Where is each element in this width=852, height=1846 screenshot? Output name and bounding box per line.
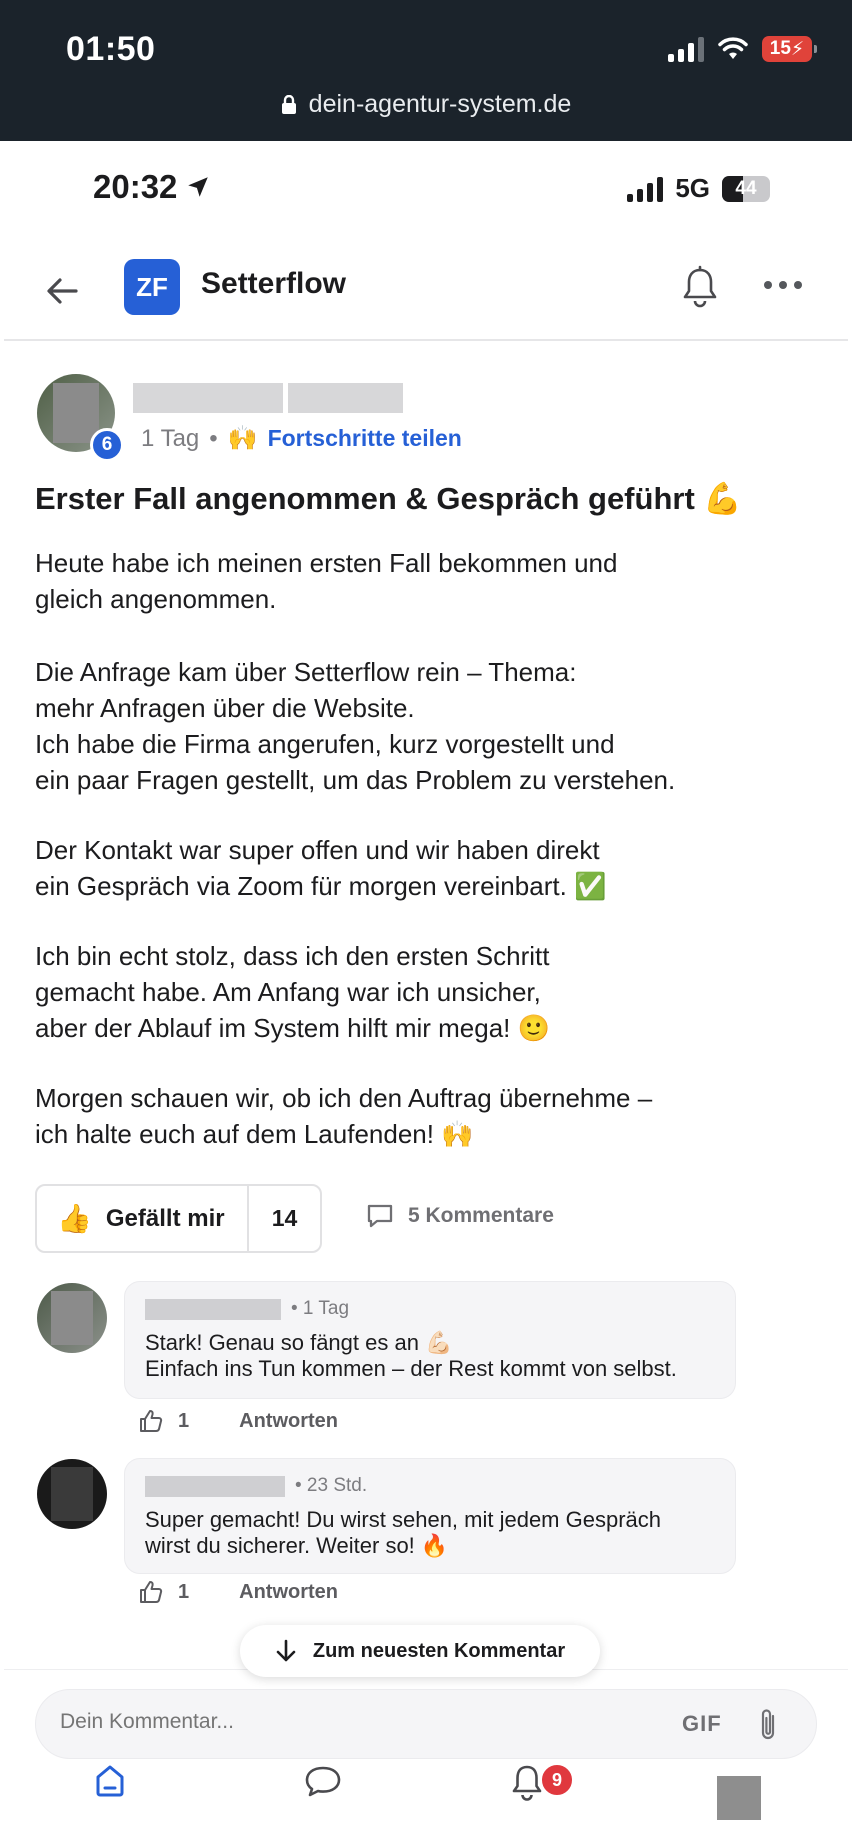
lock-icon	[281, 94, 296, 114]
comment-input[interactable]	[60, 1710, 620, 1734]
paperclip-icon[interactable]	[756, 1706, 780, 1744]
comment-bubble-icon	[367, 1204, 393, 1228]
inner-signal-icon	[627, 176, 664, 202]
post-paragraph: Heute habe ich meinen ersten Fall bekomm…	[35, 548, 618, 614]
network-label: 5G	[675, 173, 710, 203]
notification-count-badge: 9	[540, 1763, 574, 1797]
comment-like-count: 1	[178, 1580, 190, 1603]
post-paragraph: Der Kontakt war super offen und wir habe…	[35, 835, 607, 901]
inner-time-text: 20:32	[93, 168, 178, 205]
comment-composer[interactable]: GIF	[35, 1689, 817, 1759]
community-title[interactable]: Setterflow	[201, 267, 346, 301]
jump-label: Zum neuesten Kommentar	[312, 1639, 566, 1662]
comment-time: • 1 Tag	[291, 1298, 350, 1319]
battery-icon: 15 ⚡	[762, 36, 817, 62]
like-button[interactable]: 👍 Gefällt mir	[37, 1186, 249, 1251]
post-title: Erster Fall angenommen & Gespräch geführ…	[35, 481, 742, 516]
post-age: 1 Tag	[141, 424, 200, 452]
commenter-name-redacted[interactable]	[145, 1475, 285, 1497]
author-name-redacted-2[interactable]	[288, 383, 403, 413]
inner-status-bar: 20:32 5G 44	[4, 141, 848, 231]
back-arrow-icon[interactable]	[42, 271, 82, 311]
wifi-icon	[718, 37, 748, 59]
thumbs-up-outline-icon[interactable]	[138, 1408, 164, 1434]
signal-icon	[668, 36, 704, 62]
post-body: Heute habe ich meinen ersten Fall bekomm…	[35, 545, 825, 1189]
inner-time: 20:32	[93, 168, 211, 206]
comment-text: Super gemacht! Du wirst sehen, mit jedem…	[145, 1507, 662, 1558]
comment-like-count: 1	[178, 1409, 190, 1432]
arrow-down-icon	[276, 1639, 296, 1662]
address-bar[interactable]: dein-agentur-system.de	[0, 90, 852, 119]
comments-label: 5 Kommentare	[408, 1204, 554, 1227]
bell-icon[interactable]	[680, 265, 720, 309]
chat-icon[interactable]	[304, 1763, 342, 1799]
profile-tab-avatar[interactable]	[717, 1776, 761, 1820]
like-label: Gefällt mir	[105, 1204, 225, 1232]
reply-button[interactable]: Antworten	[239, 1410, 338, 1433]
inner-status-icons: 5G 44	[627, 173, 770, 204]
reply-button[interactable]: Antworten	[239, 1581, 338, 1604]
comment-actions: 1 Antworten	[138, 1579, 338, 1605]
post-paragraph: Morgen schauen wir, ob ich den Auftrag ü…	[35, 1083, 653, 1149]
raised-hands-icon: 🙌	[227, 425, 258, 452]
comment-text: Stark! Genau so fängt es an 💪🏻 Einfach i…	[145, 1330, 677, 1381]
more-options-icon[interactable]	[764, 281, 802, 289]
community-logo[interactable]: ZF	[124, 259, 180, 315]
meta-separator: •	[209, 424, 218, 452]
comment-header: • 1 Tag	[145, 1298, 715, 1320]
device-time: 01:50	[66, 30, 156, 68]
app-header: ZF Setterflow	[4, 241, 848, 341]
browser-status-bar: 01:50 15 ⚡ dein-agentur-system.de	[0, 0, 852, 141]
comment-bubble: • 1 Tag Stark! Genau so fängt es an 💪🏻 E…	[124, 1281, 736, 1399]
author-name-redacted[interactable]	[133, 383, 283, 413]
jump-to-newest-comment-button[interactable]: Zum neuesten Kommentar	[240, 1625, 600, 1677]
commenter-name-redacted[interactable]	[145, 1298, 281, 1320]
embedded-screenshot: 20:32 5G 44 ZF Setterflow 6 1 Tag • 🙌 Fo…	[4, 141, 848, 1846]
comment-time: • 23 Std.	[295, 1475, 368, 1496]
home-icon[interactable]	[92, 1763, 128, 1799]
post-meta: 1 Tag • 🙌 Fortschritte teilen	[141, 424, 462, 453]
like-count[interactable]: 14	[249, 1205, 320, 1232]
location-arrow-icon	[188, 177, 209, 197]
inner-battery-icon: 44	[722, 175, 770, 202]
like-control: 👍 Gefällt mir 14	[35, 1184, 322, 1253]
gif-button[interactable]: GIF	[682, 1711, 722, 1737]
thumbs-up-icon: 👍	[57, 1203, 92, 1234]
commenter-avatar[interactable]	[37, 1283, 107, 1353]
level-badge: 6	[90, 428, 124, 462]
comments-count-link[interactable]: 5 Kommentare	[366, 1203, 554, 1229]
post-paragraph: Ich bin echt stolz, dass ich den ersten …	[35, 941, 550, 1043]
post-category-link[interactable]: Fortschritte teilen	[268, 425, 462, 452]
comment-header: • 23 Std.	[145, 1475, 715, 1497]
comment-bubble: • 23 Std. Super gemacht! Du wirst sehen,…	[124, 1458, 736, 1574]
commenter-avatar[interactable]	[37, 1459, 107, 1529]
thumbs-up-outline-icon[interactable]	[138, 1579, 164, 1605]
comment-actions: 1 Antworten	[138, 1408, 338, 1434]
post-paragraph: Die Anfrage kam über Setterflow rein – T…	[35, 657, 676, 795]
url-text: dein-agentur-system.de	[308, 90, 572, 118]
device-status-icons: 15 ⚡	[668, 36, 817, 62]
